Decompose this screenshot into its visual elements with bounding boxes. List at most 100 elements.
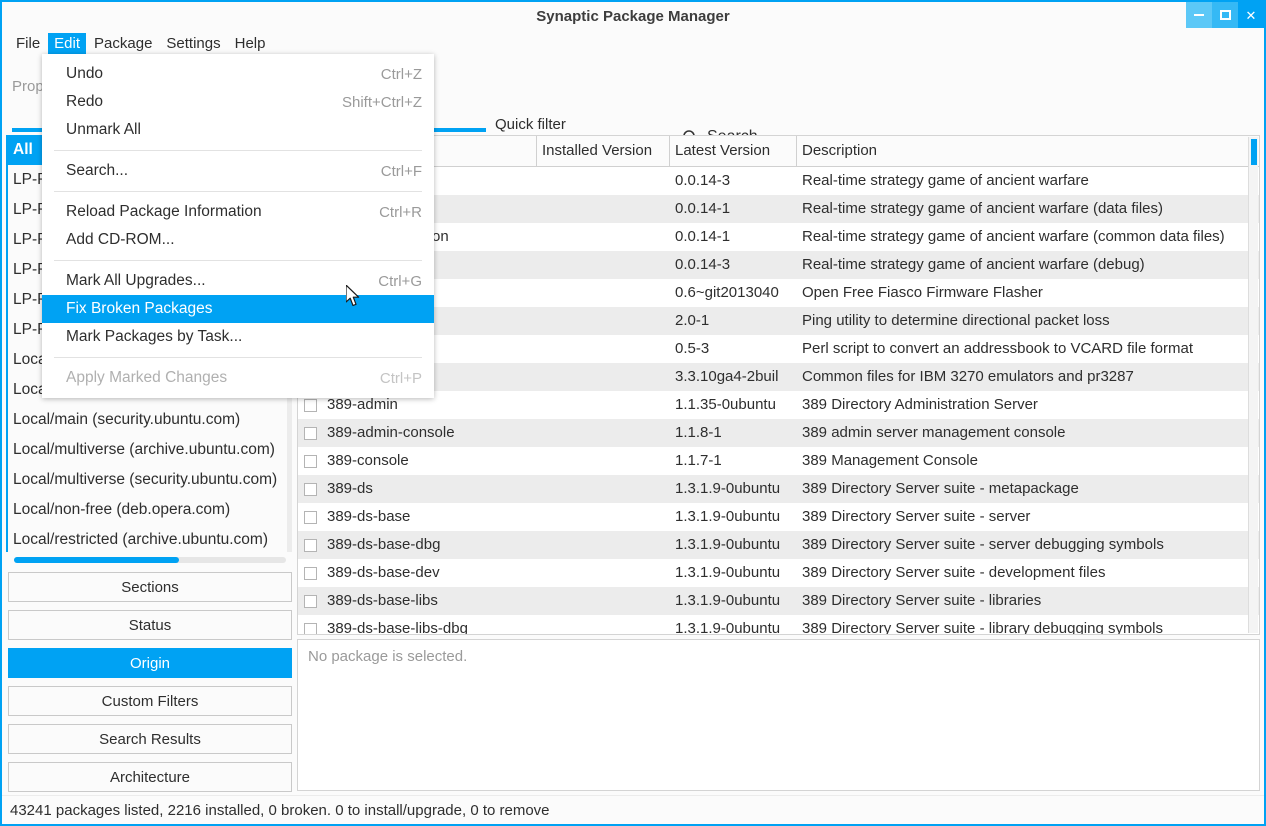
latest-version-cell: 0.0.14-3 [670, 167, 797, 195]
table-row[interactable]: 0ad-data-common0.0.14-1Real-time strateg… [298, 223, 1259, 251]
menu-option-undo[interactable]: UndoCtrl+Z [42, 60, 434, 88]
installed-version-cell [537, 531, 670, 559]
package-checkbox-cell[interactable] [298, 419, 322, 447]
table-row[interactable]: 389-ds-base-dbg1.3.1.9-0ubuntu389 Direct… [298, 531, 1259, 559]
checkbox-icon[interactable] [304, 623, 317, 636]
column-header-latest-version[interactable]: Latest Version [670, 136, 797, 166]
quick-filter-label: Quick filter [495, 116, 566, 133]
sidebar-horizontal-scrollbar[interactable] [14, 557, 286, 563]
filter-item-13[interactable]: Local/restricted (archive.ubuntu.com) [8, 525, 292, 552]
checkbox-icon[interactable] [304, 483, 317, 496]
package-table-vertical-scrollbar[interactable] [1248, 137, 1258, 633]
description-cell: Real-time strategy game of ancient warfa… [797, 223, 1259, 251]
table-row[interactable]: 0xffff0.6~git2013040Open Free Fiasco Fir… [298, 279, 1259, 307]
installed-version-cell [537, 559, 670, 587]
package-table-scroll-thumb[interactable] [1251, 139, 1257, 165]
menu-option-fix-broken-packages[interactable]: Fix Broken Packages [42, 295, 434, 323]
table-row[interactable]: 389-ds-base-dev1.3.1.9-0ubuntu389 Direct… [298, 559, 1259, 587]
menu-separator [54, 191, 422, 192]
checkbox-icon[interactable] [304, 427, 317, 440]
sidebar-button-architecture[interactable]: Architecture [8, 762, 292, 792]
sidebar-hscroll-thumb[interactable] [14, 557, 179, 563]
table-row[interactable]: 389-console 1.1.7-1389 Management Console [298, 447, 1259, 475]
sidebar-button-sections[interactable]: Sections [8, 572, 292, 602]
sidebar-button-search-results[interactable]: Search Results [8, 724, 292, 754]
menu-item-settings[interactable]: Settings [160, 33, 226, 54]
installed-version-cell [537, 251, 670, 279]
filter-item-9[interactable]: Local/main (security.ubuntu.com) [8, 405, 292, 435]
package-checkbox-cell[interactable] [298, 475, 322, 503]
menu-option-reload-package-information[interactable]: Reload Package InformationCtrl+R [42, 198, 434, 226]
latest-version-cell: 0.6~git2013040 [670, 279, 797, 307]
table-row[interactable]: 0ad-data0.0.14-1Real-time strategy game … [298, 195, 1259, 223]
checkbox-icon[interactable] [304, 399, 317, 412]
installed-version-cell [537, 195, 670, 223]
package-checkbox-cell[interactable] [298, 615, 322, 635]
filter-category-buttons: Sections Status Origin Custom Filters Se… [8, 572, 292, 800]
package-checkbox-cell[interactable] [298, 587, 322, 615]
menu-item-help[interactable]: Help [229, 33, 272, 54]
installed-version-cell [537, 335, 670, 363]
close-button[interactable]: ✕ [1238, 2, 1264, 28]
filter-item-11[interactable]: Local/multiverse (security.ubuntu.com) [8, 465, 292, 495]
package-name-cell: 389-console [322, 447, 537, 475]
table-row[interactable]: 0ad-dbg0.0.14-3Real-time strategy game o… [298, 251, 1259, 279]
menu-option-search[interactable]: Search...Ctrl+F [42, 157, 434, 185]
installed-version-cell [537, 419, 670, 447]
column-header-description[interactable]: Description [797, 136, 1259, 166]
menu-item-package[interactable]: Package [88, 33, 158, 54]
latest-version-cell: 1.3.1.9-0ubuntu [670, 503, 797, 531]
table-row[interactable]: 2vcard0.5-3Perl script to convert an add… [298, 335, 1259, 363]
latest-version-cell: 1.1.7-1 [670, 447, 797, 475]
package-checkbox-cell[interactable] [298, 503, 322, 531]
package-table-body[interactable]: 0ad0.0.14-3Real-time strategy game of an… [298, 167, 1259, 635]
table-row[interactable]: 389-ds-base1.3.1.9-0ubuntu389 Directory … [298, 503, 1259, 531]
installed-version-cell [537, 615, 670, 635]
latest-version-cell: 1.3.1.9-0ubuntu [670, 587, 797, 615]
installed-version-cell [537, 279, 670, 307]
menu-item-file[interactable]: File [10, 33, 46, 54]
filter-item-12[interactable]: Local/non-free (deb.opera.com) [8, 495, 292, 525]
menu-separator [54, 357, 422, 358]
installed-version-cell [537, 307, 670, 335]
menu-option-label: Undo [66, 65, 381, 83]
table-row[interactable]: 389-ds-base-libs 1.3.1.9-0ubuntu389 Direc… [298, 587, 1259, 615]
sidebar-button-origin[interactable]: Origin [8, 648, 292, 678]
column-header-installed-version[interactable]: Installed Version [537, 136, 670, 166]
table-row[interactable]: 389-admin1.1.35-0ubuntu389 Directory Adm… [298, 391, 1259, 419]
menu-option-add-cd-rom[interactable]: Add CD-ROM... [42, 226, 434, 254]
menu-option-mark-all-upgrades[interactable]: Mark All Upgrades...Ctrl+G [42, 267, 434, 295]
menu-option-mark-packages-by-task[interactable]: Mark Packages by Task... [42, 323, 434, 351]
installed-version-cell [537, 447, 670, 475]
table-row[interactable]: 389-ds-base-libs-dbg1.3.1.9-0ubuntu389 D… [298, 615, 1259, 635]
menu-option-label: Add CD-ROM... [66, 231, 422, 249]
minimize-button[interactable] [1186, 2, 1212, 28]
checkbox-icon[interactable] [304, 567, 317, 580]
maximize-button[interactable] [1212, 2, 1238, 28]
edit-dropdown-menu[interactable]: UndoCtrl+ZRedoShift+Ctrl+ZUnmark All Sear… [42, 54, 434, 398]
description-cell: 389 Management Console [797, 447, 1259, 475]
checkbox-icon[interactable] [304, 455, 317, 468]
checkbox-icon[interactable] [304, 539, 317, 552]
checkbox-icon[interactable] [304, 511, 317, 524]
description-cell: 389 Directory Server suite - libraries [797, 587, 1259, 615]
table-row[interactable]: 389-admin-console1.1.8-1389 admin server… [298, 419, 1259, 447]
checkbox-icon[interactable] [304, 595, 317, 608]
table-row[interactable]: 2ping2.0-1Ping utility to determine dire… [298, 307, 1259, 335]
table-row[interactable]: 3270-common3.3.10ga4-2builCommon files f… [298, 363, 1259, 391]
table-row[interactable]: 389-ds1.3.1.9-0ubuntu389 Directory Serve… [298, 475, 1259, 503]
table-row[interactable]: 0ad0.0.14-3Real-time strategy game of an… [298, 167, 1259, 195]
package-checkbox-cell[interactable] [298, 531, 322, 559]
sidebar-button-custom-filters[interactable]: Custom Filters [8, 686, 292, 716]
sidebar-button-status[interactable]: Status [8, 610, 292, 640]
synaptic-window: Synaptic Package Manager ✕ File Edit Pac… [0, 0, 1266, 826]
package-name-cell: 389-ds-base-libs [322, 587, 537, 615]
menu-option-redo[interactable]: RedoShift+Ctrl+Z [42, 88, 434, 116]
filter-item-10[interactable]: Local/multiverse (archive.ubuntu.com) [8, 435, 292, 465]
package-checkbox-cell[interactable] [298, 559, 322, 587]
menu-option-unmark-all[interactable]: Unmark All [42, 116, 434, 144]
status-bar: 43241 packages listed, 2216 installed, 0… [2, 795, 1264, 824]
latest-version-cell: 3.3.10ga4-2buil [670, 363, 797, 391]
menu-item-edit[interactable]: Edit [48, 33, 86, 54]
package-checkbox-cell[interactable] [298, 447, 322, 475]
